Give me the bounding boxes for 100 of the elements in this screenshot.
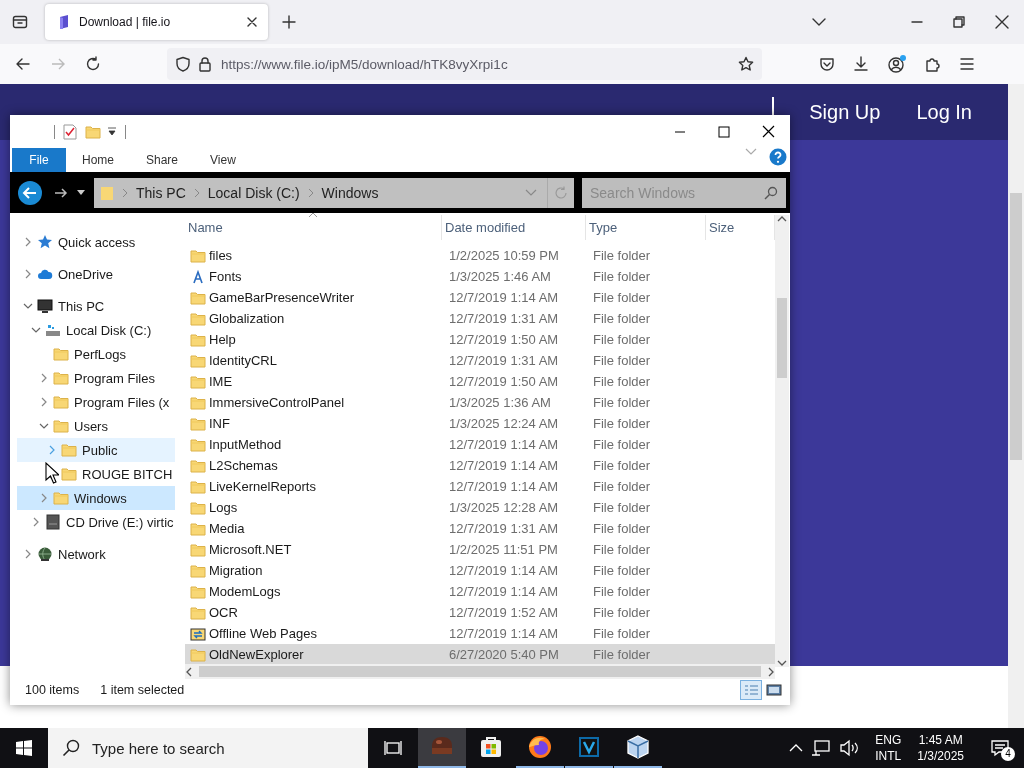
file-row[interactable]: L2Schemas 12/7/2019 1:14 AM File folder	[185, 455, 775, 476]
tree-item[interactable]: OneDrive	[17, 262, 175, 286]
chevron-right-icon[interactable]	[39, 397, 49, 407]
browser-tab[interactable]: Download | file.io	[45, 4, 268, 40]
chevron-right-icon[interactable]	[39, 493, 49, 503]
file-row[interactable]: GameBarPresenceWriter 12/7/2019 1:14 AM File folder	[185, 287, 775, 308]
file-row[interactable]: INF 1/3/2025 12:24 AM File folder	[185, 413, 775, 434]
tree-item[interactable]: PerfLogs	[17, 342, 175, 366]
tree-item[interactable]: This PC	[17, 294, 175, 318]
close-icon[interactable]	[995, 15, 1009, 29]
chevron-down-icon[interactable]	[31, 325, 41, 335]
network-icon[interactable]	[811, 739, 832, 757]
vertical-scrollbar[interactable]	[775, 215, 789, 667]
pocket-icon[interactable]	[819, 56, 835, 72]
file-row[interactable]: Offline Web Pages 12/7/2019 1:14 AM File folder	[185, 623, 775, 644]
maximize-icon[interactable]	[718, 125, 730, 138]
menu-icon[interactable]	[959, 56, 975, 72]
file-row[interactable]: Logs 1/3/2025 12:28 AM File folder	[185, 497, 775, 518]
chevron-down-icon[interactable]	[39, 421, 49, 431]
file-row[interactable]: Migration 12/7/2019 1:14 AM File folder	[185, 560, 775, 581]
file-row[interactable]: Fonts 1/3/2025 1:46 AM File folder	[185, 266, 775, 287]
clock[interactable]: 1:45 AM 1/3/2025	[917, 732, 964, 764]
chevron-right-icon[interactable]	[39, 373, 49, 383]
tree-item[interactable]: Network	[17, 542, 175, 566]
file-row[interactable]: Microsoft.NET 1/2/2025 11:51 PM File folder	[185, 539, 775, 560]
chevron-up-icon[interactable]	[777, 215, 787, 223]
ribbon-tab[interactable]: Share	[130, 148, 195, 172]
chevron-right-icon[interactable]	[23, 237, 33, 247]
tree-item[interactable]: ROUGE BITCH	[17, 462, 175, 486]
account-icon[interactable]	[887, 54, 907, 74]
file-row[interactable]: OldNewExplorer 6/27/2020 5:40 PM File folder	[185, 644, 775, 665]
reload-icon[interactable]	[85, 56, 101, 72]
scrollbar-thumb[interactable]	[1010, 193, 1022, 460]
ribbon-tab[interactable]: Home	[66, 148, 130, 172]
caret-icon[interactable]	[107, 126, 117, 137]
close-icon[interactable]	[761, 125, 775, 138]
file-row[interactable]: Help 12/7/2019 1:50 AM File folder	[185, 329, 775, 350]
breadcrumb[interactable]: Windows	[321, 184, 379, 201]
tab-list-icon[interactable]	[12, 14, 28, 30]
ribbon-tab[interactable]: File	[12, 148, 66, 172]
nav-link[interactable]: Log In	[916, 100, 972, 124]
puzzle-piece-icon[interactable]	[925, 56, 941, 72]
ribbon-tab[interactable]: View	[194, 148, 252, 172]
checklist-icon[interactable]	[63, 123, 77, 140]
tree-item[interactable]: Program Files	[17, 366, 175, 390]
restore-icon[interactable]	[953, 16, 965, 28]
taskbar-button[interactable]	[418, 728, 466, 768]
tree-item[interactable]: Users	[17, 414, 175, 438]
file-row[interactable]: ModemLogs 12/7/2019 1:14 AM File folder	[185, 581, 775, 602]
horizontal-scrollbar[interactable]	[185, 664, 775, 679]
file-type: File folder	[592, 311, 652, 326]
file-row[interactable]: LiveKernelReports 12/7/2019 1:14 AM File folder	[185, 476, 775, 497]
tree-item[interactable]: CD Drive (E:) virtic	[17, 510, 175, 534]
file-row[interactable]: ImmersiveControlPanel 1/3/2025 1:36 AM File folder	[185, 392, 775, 413]
breadcrumb[interactable]: This PC	[136, 184, 186, 201]
scrollbar-thumb[interactable]	[777, 298, 787, 378]
plus-icon[interactable]	[282, 15, 296, 29]
file-row[interactable]: files 1/2/2025 10:59 PM File folder	[185, 245, 775, 266]
file-row[interactable]: Media 12/7/2019 1:31 AM File folder	[185, 518, 775, 539]
chevron-right-icon[interactable]	[767, 666, 775, 677]
column-header[interactable]: Date modified	[442, 215, 586, 240]
tree-item[interactable]: Local Disk (C:)	[17, 318, 175, 342]
large-icons-view-icon[interactable]	[766, 683, 782, 697]
nav-link[interactable]: Sign Up	[809, 100, 881, 124]
forward-arrow-icon[interactable]	[54, 185, 68, 200]
search-field[interactable]: Type here to search	[48, 728, 368, 768]
task-view-icon[interactable]	[384, 740, 402, 756]
chevron-down-icon[interactable]	[812, 17, 826, 27]
file-name: files	[209, 248, 233, 263]
url-bar[interactable]: https://www.file.io/ipM5/download/hTK8vyXrpi1c	[167, 48, 762, 80]
file-row[interactable]: Globalization 12/7/2019 1:31 AM File folder	[185, 308, 775, 329]
scrollbar-thumb[interactable]	[199, 666, 761, 677]
file-row[interactable]: IME 12/7/2019 1:50 AM File folder	[185, 371, 775, 392]
windows-logo-icon[interactable]	[16, 740, 32, 756]
caret-icon[interactable]	[77, 189, 85, 196]
help-icon[interactable]	[769, 148, 787, 166]
address-bar[interactable]: This PC Local Disk (C:) Windows	[94, 177, 574, 208]
tree-item[interactable]: Program Files (x	[17, 390, 175, 414]
close-icon[interactable]	[246, 16, 258, 28]
tree-item[interactable]: Windows	[17, 486, 175, 510]
scrollbar[interactable]	[1008, 84, 1024, 728]
chevron-right-icon[interactable]	[23, 269, 33, 279]
language-indicator[interactable]: ENG INTL	[875, 732, 902, 764]
chevron-right-icon[interactable]	[31, 517, 41, 527]
chevron-down-icon[interactable]	[23, 301, 33, 311]
download-icon[interactable]	[853, 56, 869, 72]
chevron-right-icon[interactable]	[23, 549, 33, 559]
file-row[interactable]: IdentityCRL 12/7/2019 1:31 AM File folder	[185, 350, 775, 371]
breadcrumb[interactable]: Local Disk (C:)	[207, 184, 300, 201]
file-row[interactable]: InputMethod 12/7/2019 1:14 AM File folder	[185, 434, 775, 455]
chevron-left-icon[interactable]	[185, 666, 193, 677]
back-arrow-icon[interactable]	[15, 56, 31, 72]
column-header[interactable]: Name	[185, 215, 442, 240]
chevron-down-icon[interactable]	[777, 659, 787, 667]
star-icon[interactable]	[738, 56, 754, 72]
tree-item[interactable]: Public	[17, 438, 175, 462]
notification-icon[interactable]	[990, 739, 1010, 757]
column-header[interactable]: Type	[586, 215, 706, 240]
tree-item[interactable]: Quick access	[17, 230, 175, 254]
file-row[interactable]: OCR 12/7/2019 1:52 AM File folder	[185, 602, 775, 623]
